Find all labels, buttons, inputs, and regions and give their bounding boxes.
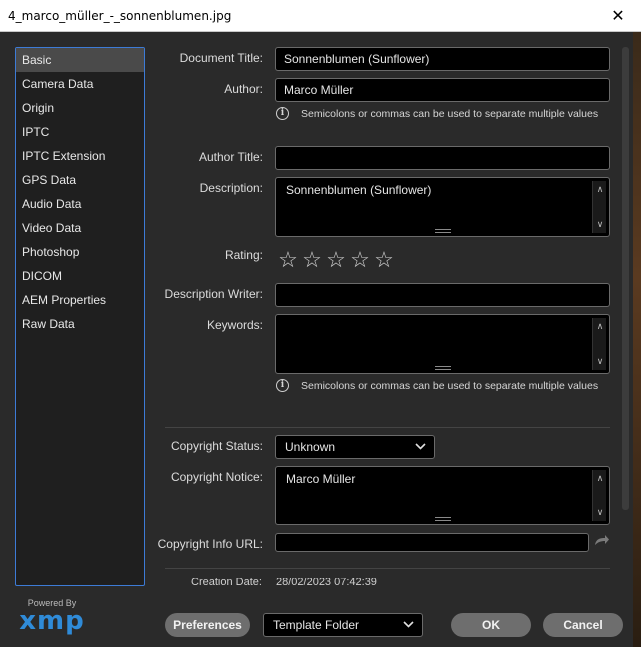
keywords-hint-text: Semicolons or commas can be used to sepa…: [301, 379, 599, 392]
scroll-up-icon[interactable]: ∧: [593, 321, 607, 332]
section-divider: [165, 568, 610, 569]
copyright-status-value: Unknown: [285, 440, 336, 454]
category-item-aem-properties[interactable]: AEM Properties: [16, 288, 144, 312]
star-icon[interactable]: ☆: [300, 248, 324, 272]
keywords-field[interactable]: ∧ ∨: [275, 314, 610, 374]
category-item-basic[interactable]: Basic: [16, 48, 144, 72]
panel-scrollbar-thumb[interactable]: [622, 47, 629, 510]
chevron-down-icon: [403, 614, 414, 644]
star-icon[interactable]: ☆: [324, 248, 348, 272]
author-title-field[interactable]: [275, 146, 610, 170]
copyright-info-url-field[interactable]: [275, 533, 589, 552]
category-item-photoshop[interactable]: Photoshop: [16, 240, 144, 264]
resize-grip-icon[interactable]: [434, 366, 451, 370]
close-icon[interactable]: ✕: [595, 0, 641, 32]
rating-label: Rating:: [224, 248, 263, 262]
copyright-status-select[interactable]: Unknown: [275, 435, 435, 459]
keywords-hint: i Semicolons or commas can be used to se…: [276, 379, 598, 392]
info-icon: i: [276, 107, 289, 120]
resize-grip-icon[interactable]: [434, 229, 451, 233]
template-folder-select[interactable]: Template Folder: [263, 613, 423, 637]
scroll-down-icon[interactable]: ∨: [593, 356, 607, 367]
ok-button[interactable]: OK: [451, 613, 531, 637]
category-item-origin[interactable]: Origin: [16, 96, 144, 120]
category-item-camera-data[interactable]: Camera Data: [16, 72, 144, 96]
category-item-iptc[interactable]: IPTC: [16, 120, 144, 144]
xmp-logo: Powered By xmp: [16, 598, 88, 634]
scroll-down-icon[interactable]: ∨: [593, 507, 607, 518]
cancel-button[interactable]: Cancel: [543, 613, 623, 637]
title-bar: 4_marco_müller_-_sonnenblumen.jpg ✕: [0, 0, 641, 32]
keywords-scrollbar[interactable]: ∧ ∨: [592, 318, 606, 370]
creation-date-label: Creation Date:: [191, 578, 262, 587]
category-item-video-data[interactable]: Video Data: [16, 216, 144, 240]
description-label: Description:: [199, 181, 263, 195]
rating-stars: ☆ ☆ ☆ ☆ ☆: [276, 248, 396, 272]
scroll-up-icon[interactable]: ∧: [593, 184, 607, 195]
creation-date-value: 28/02/2023 07:42:39: [276, 578, 377, 587]
author-title-label: Author Title:: [198, 150, 263, 164]
star-icon[interactable]: ☆: [372, 248, 396, 272]
copyright-notice-label: Copyright Notice:: [170, 470, 263, 484]
xmp-logo-text: xmp: [19, 606, 85, 636]
author-field[interactable]: Marco Müller: [275, 78, 610, 102]
description-text: Sonnenblumen (Sunflower): [286, 183, 432, 197]
document-title-label: Document Title:: [179, 51, 263, 65]
keywords-label: Keywords:: [206, 318, 263, 332]
info-icon: i: [276, 379, 289, 392]
preferences-button[interactable]: Preferences: [165, 613, 250, 637]
category-item-dicom[interactable]: DICOM: [16, 264, 144, 288]
category-item-audio-data[interactable]: Audio Data: [16, 192, 144, 216]
author-hint-text: Semicolons or commas can be used to sepa…: [301, 107, 599, 120]
category-item-gps-data[interactable]: GPS Data: [16, 168, 144, 192]
description-scrollbar[interactable]: ∧ ∨: [592, 181, 606, 233]
copyright-info-url-label: Copyright Info URL:: [157, 537, 263, 551]
section-divider: [165, 427, 610, 428]
background-image-edge: [633, 32, 641, 647]
description-field[interactable]: Sonnenblumen (Sunflower) ∧ ∨: [275, 177, 610, 237]
author-hint: i Semicolons or commas can be used to se…: [276, 107, 598, 120]
scroll-up-icon[interactable]: ∧: [593, 473, 607, 484]
chevron-down-icon: [415, 436, 426, 466]
description-writer-field[interactable]: [275, 283, 610, 307]
category-list: Basic Camera Data Origin IPTC IPTC Extension…: [15, 47, 145, 586]
copyright-notice-text: Marco Müller: [286, 472, 356, 486]
description-writer-label: Description Writer:: [164, 287, 263, 301]
scroll-down-icon[interactable]: ∨: [593, 219, 607, 230]
open-url-icon[interactable]: [594, 534, 610, 549]
category-item-raw-data[interactable]: Raw Data: [16, 312, 144, 336]
copyright-status-label: Copyright Status:: [170, 439, 263, 453]
resize-grip-icon[interactable]: [434, 517, 451, 521]
star-icon[interactable]: ☆: [348, 248, 372, 272]
category-item-iptc-extension[interactable]: IPTC Extension: [16, 144, 144, 168]
copyright-notice-scrollbar[interactable]: ∧ ∨: [592, 470, 606, 521]
author-label: Author:: [224, 82, 263, 96]
star-icon[interactable]: ☆: [276, 248, 300, 272]
document-title-field[interactable]: Sonnenblumen (Sunflower): [275, 47, 610, 71]
template-folder-value: Template Folder: [273, 618, 360, 632]
copyright-notice-field[interactable]: Marco Müller ∧ ∨: [275, 466, 610, 525]
window-title: 4_marco_müller_-_sonnenblumen.jpg: [8, 9, 232, 23]
